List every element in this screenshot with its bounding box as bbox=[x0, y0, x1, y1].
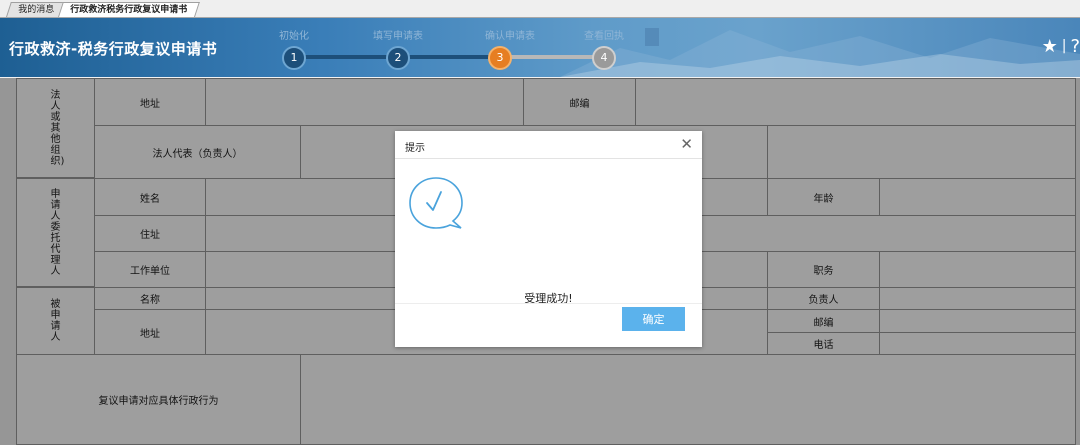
success-dialog: 提示 ✕ 受理成功! 确定 bbox=[395, 131, 702, 347]
step-connector-3 bbox=[500, 55, 604, 59]
great-wall-decoration bbox=[560, 28, 1080, 77]
step-label-1: 初始化 bbox=[279, 31, 309, 42]
confirm-button[interactable]: 确定 bbox=[622, 307, 685, 331]
tab-strip: 我的消息 行政救济税务行政复议申请书 bbox=[0, 0, 1080, 18]
step-connector-1 bbox=[294, 55, 398, 59]
step-dot-1: 1 bbox=[282, 46, 306, 70]
success-check-icon bbox=[409, 177, 463, 229]
help-icon[interactable]: ? bbox=[1070, 36, 1080, 57]
star-icon[interactable]: ★ bbox=[1042, 36, 1058, 57]
page-title: 行政救济-税务行政复议申请书 bbox=[9, 40, 218, 58]
step-connector-2 bbox=[398, 55, 500, 59]
dialog-title: 提示 bbox=[405, 143, 425, 154]
step-dot-3: 3 bbox=[488, 46, 512, 70]
header-banner: 行政救济-税务行政复议申请书 初始化 填写申请表 确认申请表 查看回执 1 2 … bbox=[0, 18, 1080, 77]
divider: | bbox=[1061, 38, 1067, 54]
dialog-divider bbox=[395, 303, 702, 304]
close-icon[interactable]: ✕ bbox=[680, 135, 693, 153]
step-label-4: 查看回执 bbox=[584, 31, 624, 42]
step-label-2: 填写申请表 bbox=[373, 31, 423, 42]
step-dot-4: 4 bbox=[592, 46, 616, 70]
tab-review-application[interactable]: 行政救济税务行政复议申请书 bbox=[58, 2, 200, 17]
tab-label: 行政救济税务行政复议申请书 bbox=[70, 5, 188, 15]
step-dot-2: 2 bbox=[386, 46, 410, 70]
step-label-3: 确认申请表 bbox=[485, 31, 535, 42]
dialog-divider bbox=[395, 158, 702, 159]
header-icons: ★ |? bbox=[1042, 36, 1080, 57]
tab-label: 我的消息 bbox=[18, 5, 55, 15]
